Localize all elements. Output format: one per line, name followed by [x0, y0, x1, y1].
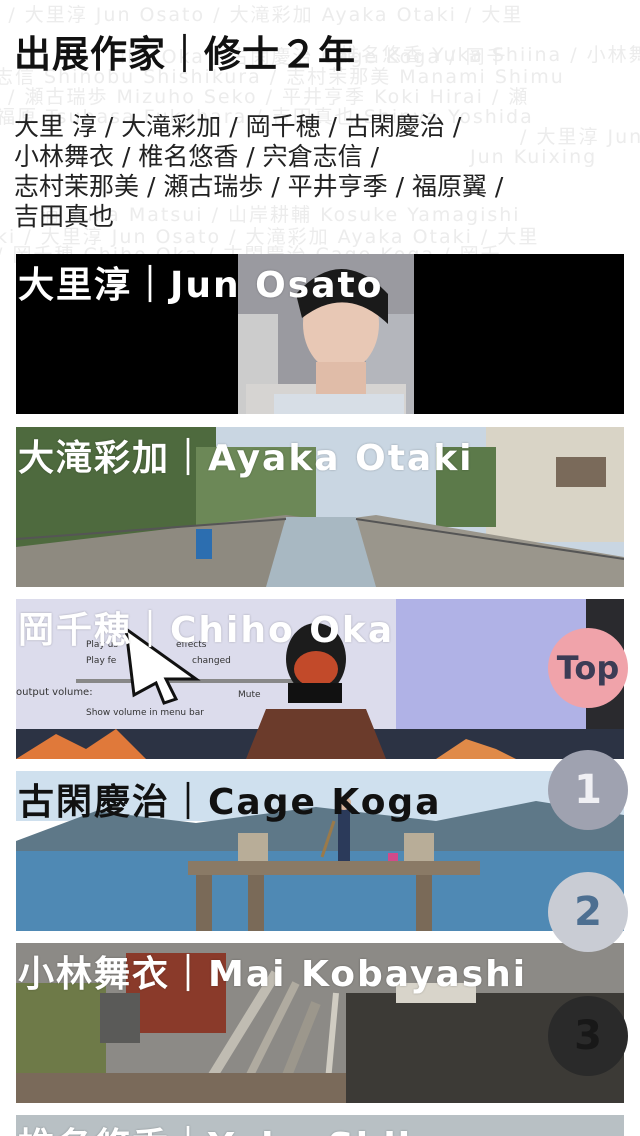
- nav-section-3-button[interactable]: 3: [548, 996, 628, 1076]
- artist-card-title: 大滝彩加｜Ayaka Otaki: [18, 438, 474, 479]
- artist-card-title: 大里淳｜Jun Osato: [18, 265, 384, 306]
- artist-card-mai-kobayashi[interactable]: 小林舞衣｜Mai Kobayashi: [16, 943, 624, 1103]
- artist-list-line: 志村茉那美 / 瀬古瑞歩 / 平井亨季 / 福原翼 /: [14, 172, 504, 201]
- settings-text: Play fe: [86, 656, 117, 666]
- nav-section-1-button[interactable]: 1: [548, 750, 628, 830]
- artist-list: 大里 淳 / 大滝彩加 / 岡千穂 / 古閑慶治 / 小林舞衣 / 椎名悠香 /…: [14, 112, 624, 232]
- artist-card-title: 岡千穂｜Chiho Oka: [18, 610, 395, 651]
- watermark-line: ki / 大里淳 Jun Osato / 大滝彩加 Ayaka Otaki / …: [0, 4, 524, 26]
- settings-text: Mute: [238, 690, 261, 700]
- artist-card-chiho-oka[interactable]: Play us Play fe effects changed output v…: [16, 599, 624, 759]
- back-to-top-button[interactable]: Top: [548, 628, 628, 708]
- page-title: 出展作家｜修士２年: [14, 33, 356, 76]
- artist-card-ayaka-otaki[interactable]: 大滝彩加｜Ayaka Otaki: [16, 427, 624, 587]
- artist-list-line: 大里 淳 / 大滝彩加 / 岡千穂 / 古閑慶治 /: [14, 112, 462, 141]
- artist-card-title: 小林舞衣｜Mai Kobayashi: [18, 954, 528, 995]
- settings-text: output volume:: [16, 687, 93, 698]
- artist-list-line: 吉田真也: [14, 202, 115, 231]
- artist-list-line: 小林舞衣 / 椎名悠香 / 宍倉志信 /: [14, 142, 380, 171]
- artist-card-title: 椎名悠香｜Yuka Shiina: [18, 1117, 466, 1136]
- artist-card-cage-koga[interactable]: 古閑慶治｜Cage Koga: [16, 771, 624, 931]
- artist-card-yuka-shiina[interactable]: 椎名悠香｜Yuka Shiina: [16, 1115, 624, 1136]
- artist-card-jun-osato[interactable]: 大里淳｜Jun Osato: [16, 254, 624, 414]
- settings-text: Show volume in menu bar: [86, 708, 204, 718]
- artist-card-title: 古閑慶治｜Cage Koga: [18, 782, 442, 823]
- settings-text: changed: [192, 656, 231, 666]
- nav-section-2-button[interactable]: 2: [548, 872, 628, 952]
